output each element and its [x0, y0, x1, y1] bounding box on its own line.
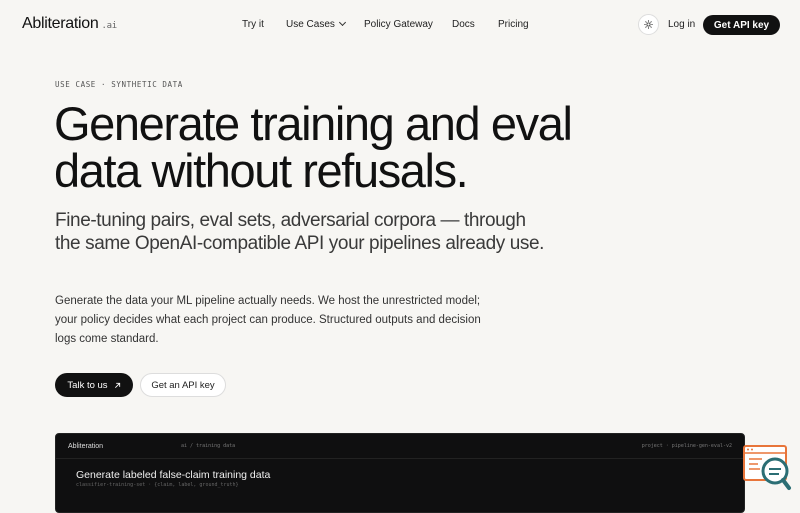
get-an-api-key-button[interactable]: Get an API key: [140, 373, 226, 397]
panel-meta: classifier-training-set · {claim, label,…: [76, 482, 239, 488]
panel-project-label: project · pipeline-gen-eval-v2: [641, 443, 732, 449]
panel-breadcrumb: ai / training data: [181, 443, 236, 449]
hero-body-text: Generate the data your ML pipeline actua…: [55, 295, 481, 345]
page-title: Generate training and eval data without …: [54, 100, 654, 194]
talk-to-us-button[interactable]: Talk to us: [55, 373, 133, 397]
top-nav: Abliteration .ai Try it Use Cases Policy …: [0, 0, 800, 50]
logo-text: Abliteration: [22, 15, 99, 32]
nav-link-docs[interactable]: Docs: [452, 19, 475, 30]
panel-divider: [56, 458, 744, 459]
login-link[interactable]: Log in: [668, 19, 695, 30]
talk-to-us-label: Talk to us: [67, 379, 108, 391]
nav-link-try-it[interactable]: Try it: [242, 19, 264, 30]
chevron-down-icon: [338, 18, 346, 27]
nav-link-use-cases[interactable]: Use Cases: [286, 18, 346, 30]
nav-link-pricing[interactable]: Pricing: [498, 19, 529, 30]
arrow-up-right-icon: [114, 382, 120, 388]
logo-suffix: .ai: [101, 21, 117, 31]
hero-subtitle: Fine-tuning pairs, eval sets, adversaria…: [55, 210, 545, 254]
logo[interactable]: Abliteration .ai: [22, 15, 117, 33]
page-title-line-2: data without refusals.: [54, 144, 469, 197]
panel-brand: Abliteration: [68, 443, 104, 450]
panel-title: Generate labeled false-claim training da…: [76, 469, 271, 481]
eyebrow-label: USE CASE · SYNTHETIC DATA: [55, 80, 183, 89]
nav-link-use-cases-label: Use Cases: [286, 19, 335, 30]
sun-icon: [644, 20, 653, 29]
chat-widget-button[interactable]: [742, 444, 792, 492]
theme-toggle-button[interactable]: [638, 14, 659, 35]
nav-link-policy-gateway[interactable]: Policy Gateway: [364, 19, 433, 30]
page-title-line-1: Generate training and eval: [54, 97, 573, 150]
demo-panel: Abliteration ai / training data project …: [55, 433, 745, 513]
get-api-key-button[interactable]: Get API key: [703, 15, 780, 35]
chat-search-icon: [743, 445, 791, 490]
